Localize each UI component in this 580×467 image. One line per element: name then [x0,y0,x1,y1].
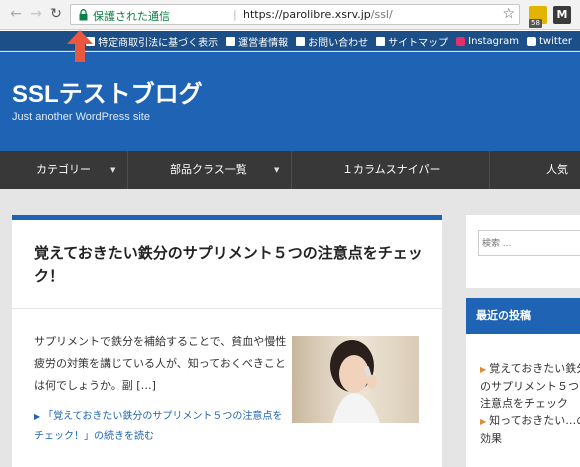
lock-icon [79,9,88,21]
sitemap-icon [376,37,386,46]
article-card: 覚えておきたい鉄分のサプリメント５つの注意点をチェック！ サプリメントで鉄分を補… [12,215,442,467]
gmail-extension-icon[interactable]: M [553,6,571,24]
url-path: /ssl/ [370,8,393,21]
site-title[interactable]: SSLテストブログ [12,74,203,109]
instagram-icon [456,37,466,46]
divider [12,308,442,309]
caret-right-icon: ▶ [480,417,487,426]
read-more-label: 「覚えておきたい鉄分のサプリメント５つの注意点をチェック！」の続きを読む [34,411,283,442]
caret-right-icon: ▶ [480,365,487,374]
topbar-link-tokutei[interactable]: 特定商取引法に基づく表示 [86,34,218,49]
site-description: Just another WordPress site [12,111,150,123]
nav-item-label: １カラムスナイパー [342,163,441,176]
back-arrow-icon[interactable]: ← [8,6,24,22]
url-host: https://parolibre.xsrv.jp [243,8,371,21]
nav-item-label: 人気 [546,163,568,176]
twitter-icon [527,37,537,46]
recent-post-label: 知っておきたい…の効果 [480,414,580,445]
search-input[interactable] [478,230,580,256]
webpage: 特定商取引法に基づく表示 運営者情報 お問い合わせ サイトマップ Instagr… [0,31,580,467]
topbar-link-label: お問い合わせ [308,38,369,49]
annotation-arrow-icon [67,30,93,62]
recent-posts-widget: 最近の投稿 ▶ 覚えておきたい鉄分のサプリメント５つの注意点をチェック ▶ 知ってお… [466,298,580,467]
chevron-down-icon: ▼ [274,166,280,174]
read-more-link[interactable]: ▶ 「覚えておきたい鉄分のサプリメント５つの注意点をチェック！」の続きを読む [34,407,292,447]
extension-icon[interactable]: 58 [529,6,547,28]
url-text[interactable]: https://parolibre.xsrv.jp/ssl/ [243,8,393,21]
article-thumbnail[interactable] [292,336,419,423]
mail-icon [296,37,306,46]
nav-item-parts[interactable]: 部品クラス一覧 ▼ [128,151,292,189]
recent-post-item[interactable]: ▶ 覚えておきたい鉄分のサプリメント５つの注意点をチェック [480,360,580,412]
topbar-link-label: Instagram [468,36,520,47]
global-nav: カテゴリー ▼ 部品クラス一覧 ▼ １カラムスナイパー 人気 [0,151,580,189]
nav-item-category[interactable]: カテゴリー ▼ [0,151,128,189]
recent-post-item[interactable]: ▶ 知っておきたい…の効果 [480,412,580,447]
chevron-down-icon: ▼ [110,166,116,174]
topbar-link-label: 特定商取引法に基づく表示 [98,38,219,49]
recent-post-label: 覚えておきたい鉄分のサプリメント５つの注意点をチェック [480,362,580,410]
reload-icon[interactable]: ↻ [48,6,64,22]
topbar-link-sitemap[interactable]: サイトマップ [376,34,448,49]
topbar-link-instagram[interactable]: Instagram [456,34,519,49]
nav-item-label: 部品クラス一覧 [170,163,247,176]
topbar-link-label: twitter [539,36,572,47]
url-separator: | [233,8,237,21]
article-title[interactable]: 覚えておきたい鉄分のサプリメント５つの注意点をチェック！ [34,242,424,288]
nav-item-label: カテゴリー [36,163,91,176]
topbar-link-twitter[interactable]: twitter [527,34,572,49]
nav-item-popular[interactable]: 人気 [490,151,580,189]
bookmark-star-icon[interactable]: ☆ [502,6,515,22]
person-icon [226,37,236,46]
extension-badge: 58 [529,19,542,28]
forward-arrow-icon[interactable]: → [28,6,44,22]
caret-right-icon: ▶ [34,412,41,421]
site-header: SSLテストブログ Just another WordPress site [0,52,580,151]
topbar-link-operator[interactable]: 運営者情報 [226,34,288,49]
secure-connection-label[interactable]: 保護された通信 [93,8,170,24]
recent-posts-title: 最近の投稿 [466,298,580,334]
topbar-link-label: 運営者情報 [238,38,289,49]
topbar-link-contact[interactable]: お問い合わせ [296,34,368,49]
topbar-link-label: サイトマップ [388,38,449,49]
sidebar-search-widget [466,215,580,288]
browser-toolbar: ← → ↻ 保護された通信 | https://parolibre.xsrv.j… [0,0,580,30]
nav-item-sniper[interactable]: １カラムスナイパー [292,151,490,189]
address-bar[interactable]: 保護された通信 | https://parolibre.xsrv.jp/ssl/… [70,4,520,25]
article-excerpt: サプリメントで鉄分を補給することで、貧血や慢性疲労の対策を講じている人が、知って… [34,335,287,392]
